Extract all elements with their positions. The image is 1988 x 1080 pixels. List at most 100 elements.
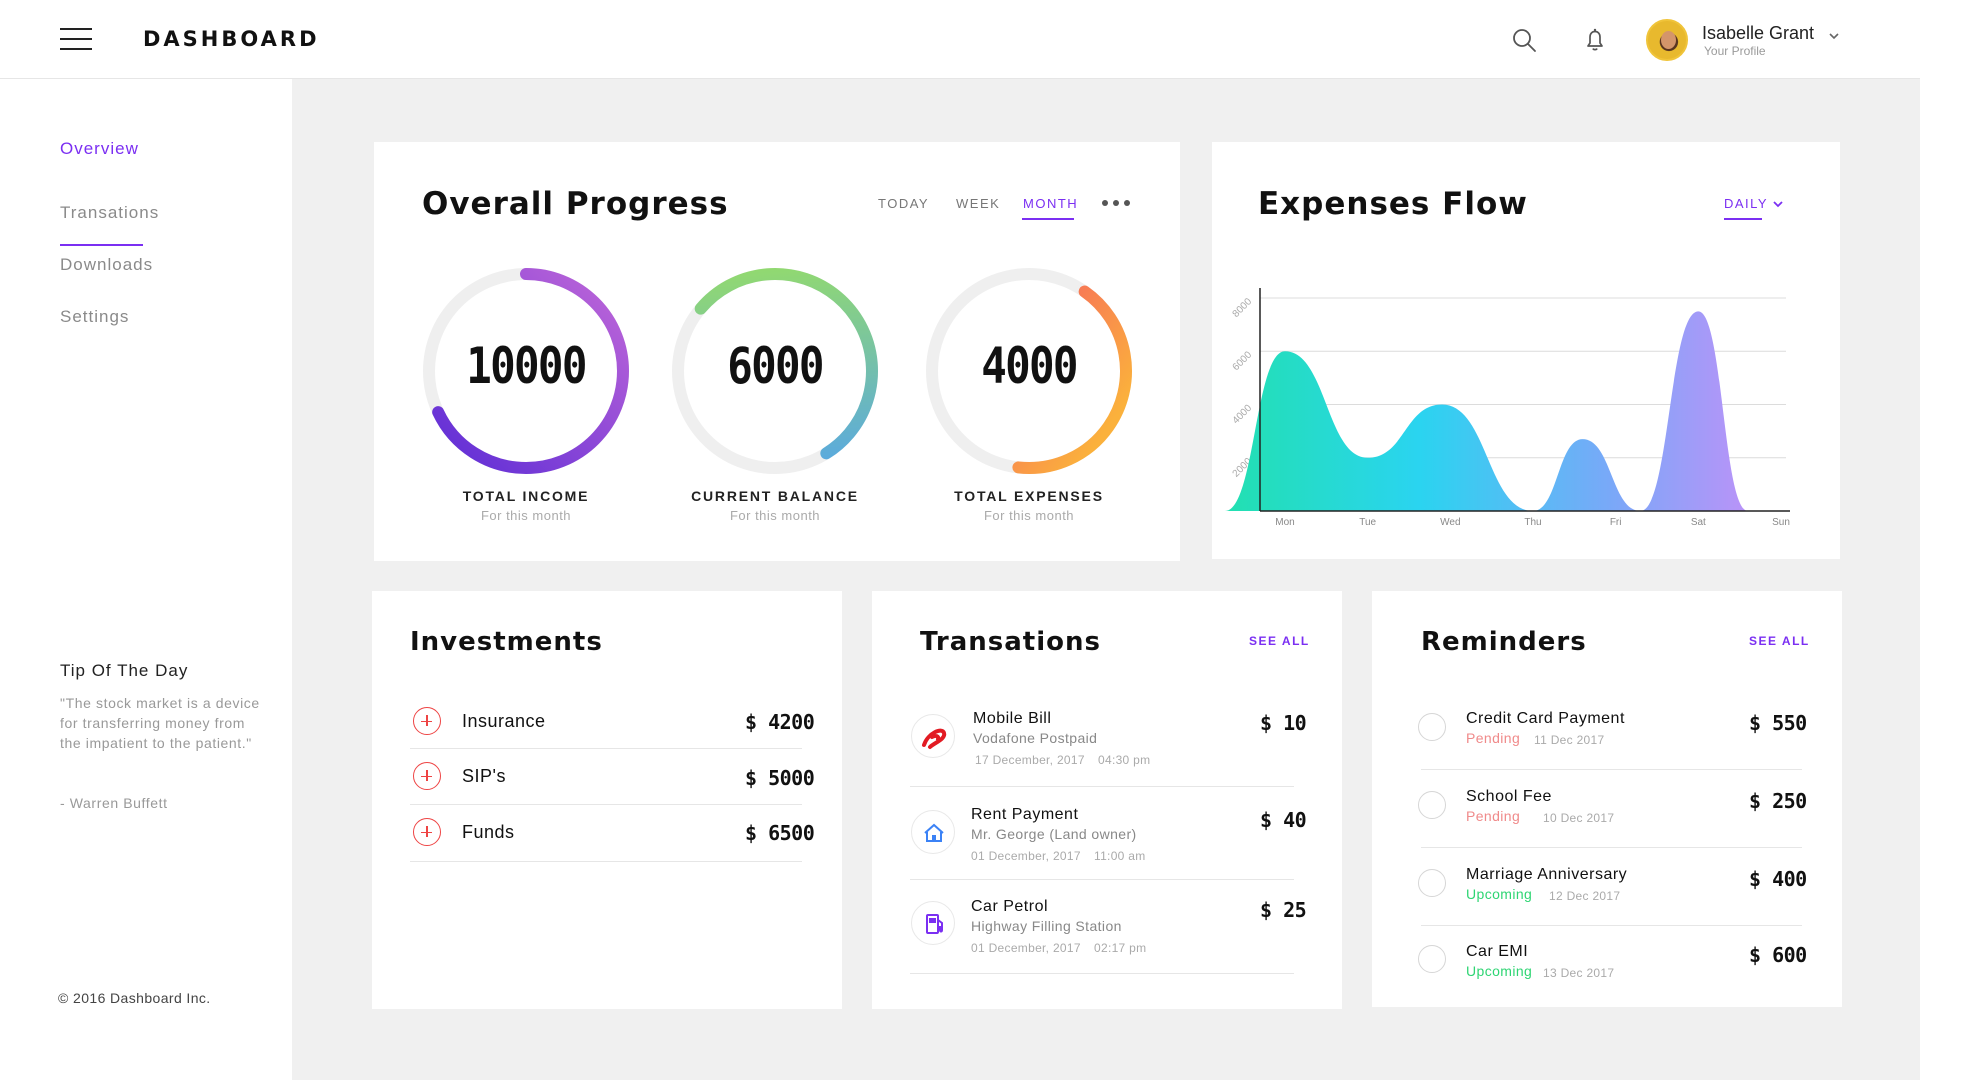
expense-area-series — [1225, 311, 1806, 511]
reminder-status: Upcoming — [1466, 886, 1533, 902]
tab-month[interactable]: MONTH — [1023, 196, 1078, 211]
x-tick-label: Wed — [1440, 517, 1460, 528]
transaction-sub: Vodafone Postpaid — [973, 730, 1098, 746]
reminder-amount: $ 400 — [1749, 867, 1807, 891]
sidebar-item-transations[interactable]: Transations — [60, 203, 159, 223]
add-funds-button[interactable] — [413, 818, 441, 846]
balance-value: 6000 — [727, 337, 824, 395]
menu-icon[interactable] — [60, 28, 92, 50]
tip-author: - Warren Buffett — [60, 795, 168, 811]
reminder-checkbox[interactable] — [1418, 713, 1446, 741]
sidebar-item-overview[interactable]: Overview — [60, 139, 139, 159]
transaction-name: Mobile Bill — [973, 710, 1052, 727]
reminder-status: Upcoming — [1466, 963, 1533, 979]
copyright: © 2016 Dashboard Inc. — [58, 990, 211, 1006]
chevron-down-icon[interactable] — [1772, 199, 1784, 209]
income-value: 10000 — [466, 337, 587, 395]
profile-menu[interactable]: Isabelle Grant Your Profile — [1646, 17, 1846, 63]
balance-sub: For this month — [729, 508, 821, 523]
reminders-see-all-link[interactable]: SEE ALL — [1749, 634, 1810, 648]
brand-title: DASHBOARD — [143, 27, 320, 51]
transactions-see-all-link[interactable]: SEE ALL — [1249, 634, 1310, 648]
x-tick-label: Mon — [1275, 517, 1294, 528]
fuel-pump-icon — [911, 901, 955, 945]
add-sips-button[interactable] — [413, 762, 441, 790]
reminder-name: Credit Card Payment — [1466, 710, 1625, 727]
y-tick-label: 8000 — [1231, 296, 1255, 320]
reminder-name: Car EMI — [1466, 943, 1529, 960]
transaction-sub: Mr. George (Land owner) — [971, 826, 1137, 842]
row-divider — [410, 861, 802, 862]
transaction-amount: $ 10 — [1260, 711, 1307, 735]
airtel-logo-icon — [911, 714, 955, 758]
tab-today[interactable]: TODAY — [878, 196, 929, 211]
bell-icon[interactable] — [1581, 26, 1609, 54]
reminder-checkbox[interactable] — [1418, 791, 1446, 819]
row-divider — [410, 804, 802, 805]
row-divider — [910, 973, 1294, 974]
investment-amount: $ 6500 — [745, 821, 815, 845]
reminder-date: 12 Dec 2017 — [1549, 889, 1621, 903]
search-icon[interactable] — [1510, 26, 1538, 54]
reminder-checkbox[interactable] — [1418, 945, 1446, 973]
sidebar-item-settings[interactable]: Settings — [60, 307, 129, 327]
income-sub: For this month — [480, 508, 572, 523]
transaction-amount: $ 40 — [1260, 808, 1307, 832]
sidebar: Overview Transations Downloads Settings … — [0, 79, 292, 1080]
transaction-time: 11:00 am — [1094, 849, 1146, 863]
reminder-amount: $ 550 — [1749, 711, 1807, 735]
reminder-date: 11 Dec 2017 — [1534, 733, 1605, 747]
more-options-icon[interactable] — [1102, 198, 1132, 208]
x-tick-label: Thu — [1524, 517, 1541, 528]
tab-week[interactable]: WEEK — [956, 196, 1000, 211]
row-divider — [410, 748, 802, 749]
investment-amount: $ 5000 — [745, 766, 815, 790]
period-underline — [1724, 218, 1762, 220]
top-header: DASHBOARD Isabelle Grant Your Profile — [0, 0, 1920, 79]
reminder-status: Pending — [1466, 730, 1521, 746]
investment-amount: $ 4200 — [745, 710, 815, 734]
period-dropdown[interactable]: DAILY — [1724, 196, 1768, 211]
row-divider — [1421, 847, 1802, 848]
transaction-sub: Highway Filling Station — [971, 918, 1122, 934]
reminder-name: School Fee — [1466, 788, 1552, 805]
reminder-name: Marriage Anniversary — [1466, 866, 1628, 883]
overall-progress-title: Overall Progress — [422, 186, 729, 222]
x-tick-label: Sat — [1691, 517, 1706, 528]
expenses-area-chart: 2000400060008000Mon Tue Wed Thu Fri Sat Sun — [1225, 288, 1806, 528]
avatar[interactable] — [1646, 19, 1688, 61]
balance-label: CURRENT BALANCE — [691, 488, 859, 504]
investment-name: Insurance — [462, 711, 546, 731]
row-divider — [910, 879, 1294, 880]
house-icon — [911, 810, 955, 854]
investment-name: Funds — [462, 822, 515, 842]
income-label: TOTAL INCOME — [462, 488, 590, 504]
transaction-name: Rent Payment — [971, 806, 1079, 823]
expenses-value: 4000 — [981, 337, 1078, 395]
transaction-date: 01 December, 2017 — [971, 941, 1081, 955]
add-insurance-button[interactable] — [413, 707, 441, 735]
reminder-checkbox[interactable] — [1418, 869, 1446, 897]
reminder-amount: $ 250 — [1749, 789, 1807, 813]
sidebar-item-downloads[interactable]: Downloads — [60, 255, 153, 275]
tip-title: Tip Of The Day — [60, 661, 189, 680]
reminder-status: Pending — [1466, 808, 1521, 824]
transaction-date: 01 December, 2017 — [971, 849, 1081, 863]
y-tick-label: 4000 — [1231, 403, 1255, 427]
active-tab-indicator — [1022, 218, 1074, 220]
investments-title: Investments — [410, 627, 603, 657]
row-divider — [910, 786, 1294, 787]
x-tick-label: Sun — [1772, 517, 1790, 528]
row-divider — [1421, 925, 1802, 926]
x-tick-label: Tue — [1359, 517, 1376, 528]
y-tick-label: 6000 — [1231, 349, 1255, 373]
expenses-label: TOTAL EXPENSES — [954, 488, 1104, 504]
reminder-date: 13 Dec 2017 — [1543, 966, 1615, 980]
transactions-title: Transations — [920, 627, 1101, 657]
chevron-down-icon[interactable] — [1827, 29, 1841, 43]
row-divider — [1421, 769, 1802, 770]
profile-name: Isabelle Grant — [1702, 23, 1815, 43]
expenses-sub: For this month — [983, 508, 1075, 523]
x-tick-label: Fri — [1610, 517, 1622, 528]
transaction-time: 02:17 pm — [1094, 941, 1147, 955]
